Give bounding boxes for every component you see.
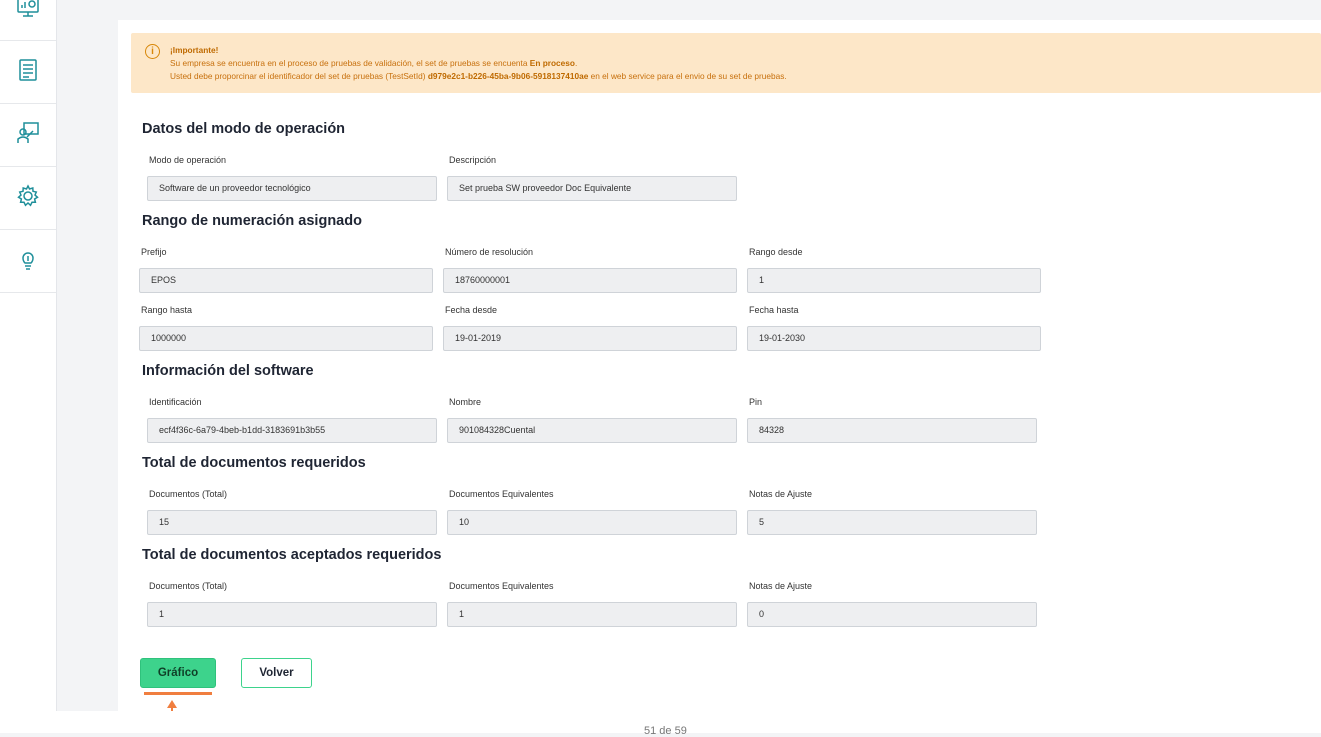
field-software-id[interactable]: ecf4f36c-6a79-4beb-b1dd-3183691b3b55 [147, 418, 437, 443]
monitor-chart-icon [15, 0, 41, 25]
field-software-name[interactable]: 901084328Cuental [447, 418, 737, 443]
label-required-notes: Notas de Ajuste [749, 489, 813, 499]
field-accepted-notes[interactable]: 0 [747, 602, 1037, 627]
sidebar [0, 0, 57, 711]
label-date-from: Fecha desde [445, 305, 498, 315]
alert-status: En proceso [529, 58, 575, 68]
field-range-to[interactable]: 1000000 [139, 326, 433, 351]
alert-line2: Usted debe proporcinar el identificador … [170, 71, 428, 81]
section-title-accepted: Total de documentos aceptados requeridos [142, 547, 442, 563]
field-pin[interactable]: 84328 [747, 418, 1037, 443]
label-date-to: Fecha hasta [749, 305, 799, 315]
page-number: 51 de 59 [644, 725, 687, 737]
label-operation-mode: Modo de operación [149, 155, 227, 165]
sidebar-item-settings[interactable] [0, 167, 56, 230]
field-operation-mode[interactable]: Software de un proveedor tecnológico [147, 176, 437, 201]
label-accepted-total: Documentos (Total) [149, 581, 228, 591]
label-range-to: Rango hasta [141, 305, 193, 315]
sidebar-item-documents[interactable] [0, 41, 56, 104]
sidebar-item-dashboard[interactable] [0, 0, 56, 41]
field-date-to[interactable]: 19-01-2030 [747, 326, 1041, 351]
info-icon: i [145, 44, 160, 59]
important-alert: i ¡Importante! Su empresa se encuentra e… [131, 33, 1321, 93]
alert-line1-end: . [574, 58, 578, 68]
field-required-equivalent[interactable]: 10 [447, 510, 737, 535]
field-required-total[interactable]: 15 [147, 510, 437, 535]
section-title-required: Total de documentos requeridos [142, 455, 366, 471]
section-title-software: Información del software [142, 363, 314, 379]
sidebar-item-users[interactable] [0, 104, 56, 167]
section-title-operation: Datos del modo de operación [142, 121, 346, 137]
test-set-id: d979e2c1-b226-45ba-9b06-5918137410ae [427, 71, 589, 81]
back-button[interactable]: Volver [241, 658, 312, 688]
field-resolution-number[interactable]: 18760000001 [443, 268, 737, 293]
sidebar-item-help[interactable] [0, 230, 56, 293]
field-required-notes[interactable]: 5 [747, 510, 1037, 535]
chart-button[interactable]: Gráfico [140, 658, 216, 688]
alert-title: ¡Importante! [170, 45, 219, 55]
alert-line1: Su empresa se encuentra en el proceso de… [170, 58, 530, 68]
label-accepted-equivalent: Documentos Equivalentes [449, 581, 554, 591]
label-software-id: Identificación [149, 397, 202, 407]
label-prefix: Prefijo [141, 247, 167, 257]
label-resolution-number: Número de resolución [445, 247, 534, 257]
annotation-underline [144, 692, 212, 695]
alert-line2-end: en el web service para el envio de su se… [588, 71, 787, 81]
field-description[interactable]: Set prueba SW proveedor Doc Equivalente [447, 176, 737, 201]
field-accepted-equivalent[interactable]: 1 [447, 602, 737, 627]
lightbulb-icon [15, 246, 41, 277]
section-title-range: Rango de numeración asignado [142, 213, 362, 229]
field-range-from[interactable]: 1 [747, 268, 1041, 293]
label-accepted-notes: Notas de Ajuste [749, 581, 813, 591]
label-required-total: Documentos (Total) [149, 489, 228, 499]
field-prefix[interactable]: EPOS [139, 268, 433, 293]
alert-text: ¡Importante! Su empresa se encuentra en … [170, 44, 787, 83]
label-pin: Pin [749, 397, 763, 407]
field-date-from[interactable]: 19-01-2019 [443, 326, 737, 351]
label-required-equivalent: Documentos Equivalentes [449, 489, 554, 499]
label-software-name: Nombre [449, 397, 482, 407]
field-accepted-total[interactable]: 1 [147, 602, 437, 627]
user-presentation-icon [15, 120, 41, 151]
label-range-from: Rango desde [749, 247, 803, 257]
gear-icon [15, 183, 41, 214]
document-list-icon [15, 57, 41, 88]
label-description: Descripción [449, 155, 497, 165]
